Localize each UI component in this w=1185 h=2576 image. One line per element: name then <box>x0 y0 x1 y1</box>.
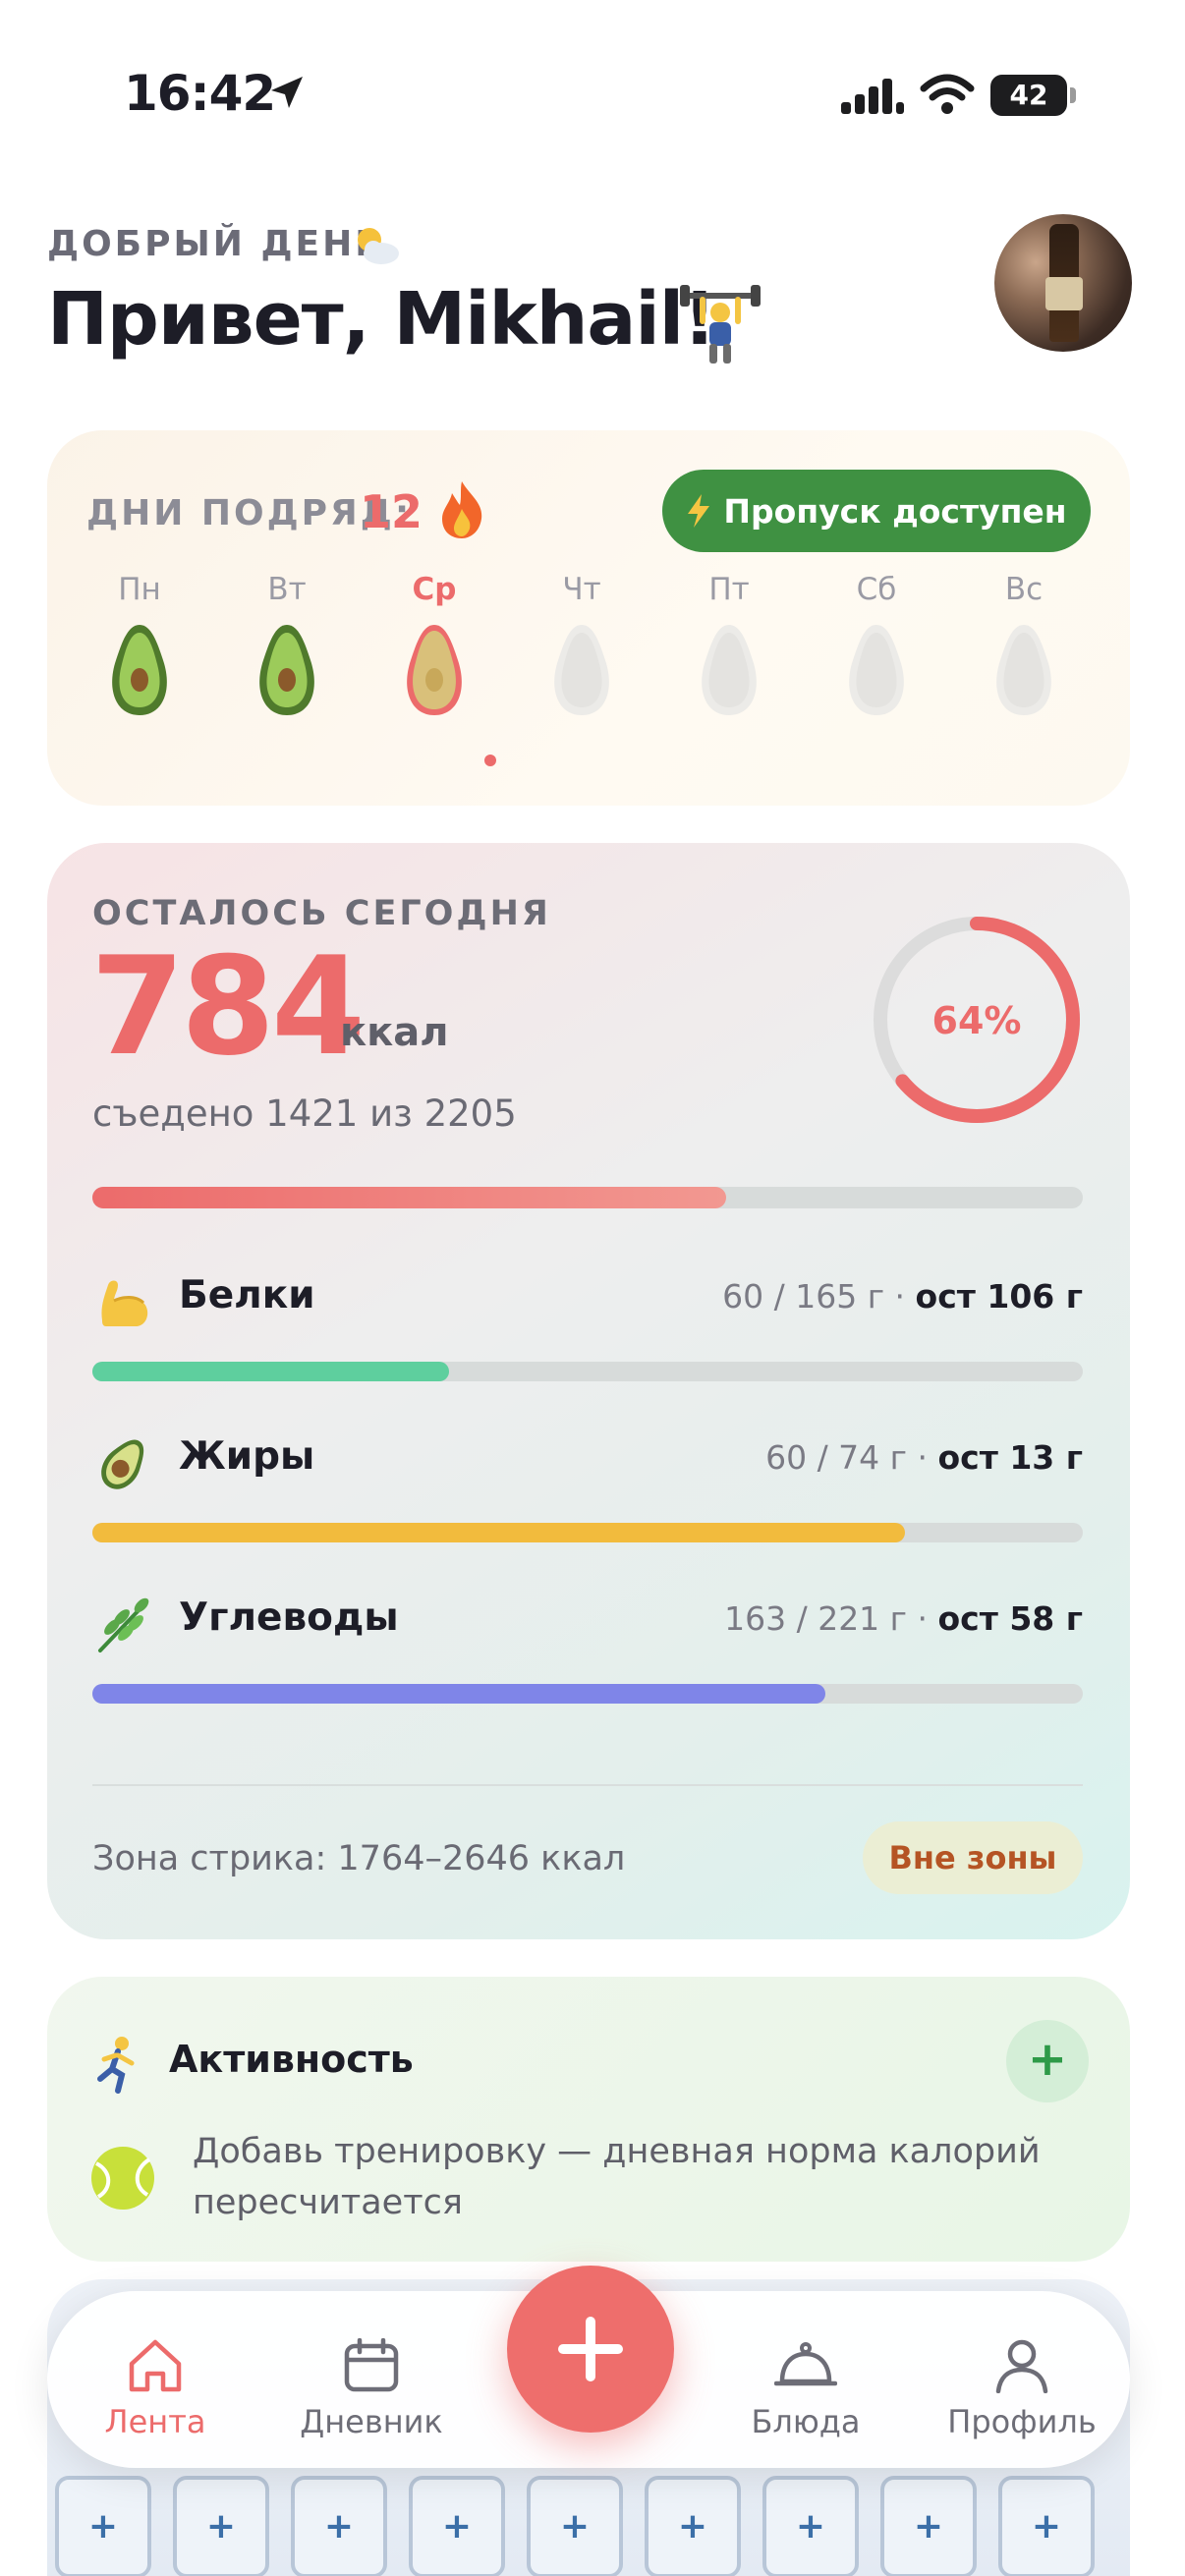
streak-day-name: Пт <box>708 572 750 607</box>
status-time: 16:42 <box>124 65 276 122</box>
nav-label: Профиль <box>947 2403 1097 2440</box>
skip-label: Пропуск доступен <box>723 491 1067 531</box>
cloche-icon <box>774 2342 837 2386</box>
streak-count: 12 <box>360 485 423 538</box>
divider <box>92 1784 1083 1786</box>
grid-add-cell[interactable]: + <box>291 2476 387 2576</box>
macro-name: Углеводы <box>179 1596 399 1640</box>
zone-status-badge: Вне зоны <box>863 1821 1083 1894</box>
macro-stat: 163 / 221 г · ост 58 г <box>724 1599 1083 1638</box>
nav-dishes[interactable]: Блюда <box>707 2338 904 2440</box>
grid-add-cell[interactable]: + <box>645 2476 741 2576</box>
grid-add-cell[interactable]: + <box>998 2476 1095 2576</box>
home-icon <box>129 2339 182 2392</box>
streak-day: Чт <box>523 572 641 719</box>
wifi-icon <box>920 74 975 114</box>
nav-label: Лента <box>104 2403 206 2440</box>
nav-label: Блюда <box>751 2403 861 2440</box>
location-arrow-icon <box>271 77 303 108</box>
battery-level: 42 <box>1009 79 1048 111</box>
streak-day-name: Вс <box>1004 572 1044 607</box>
activity-hint: Добавь тренировку — дневная норма калори… <box>193 2132 1041 2222</box>
macro-stat: 60 / 165 г · ост 106 г <box>722 1277 1083 1316</box>
calories-progress-ring: 64% <box>874 917 1080 1123</box>
add-activity-button[interactable]: + <box>1006 2020 1089 2102</box>
grid-add-cell[interactable]: + <box>527 2476 623 2576</box>
macro-name: Белки <box>179 1273 315 1317</box>
macro-progress-bar <box>92 1523 1083 1542</box>
macro-stat: 60 / 74 г · ост 13 г <box>765 1438 1083 1477</box>
grid-add-cell[interactable]: + <box>55 2476 151 2576</box>
battery-indicator: 42 <box>990 75 1067 116</box>
today-indicator <box>484 755 496 766</box>
calories-unit: ккал <box>340 1010 449 1055</box>
calories-progress-bar <box>92 1187 1083 1208</box>
streak-zone-text: Зона стрика: 1764–2646 ккал <box>92 1839 626 1878</box>
streak-day-name: Чт <box>562 572 601 607</box>
nav-feed[interactable]: Лента <box>57 2338 254 2440</box>
page-title: Привет, Mikhail! <box>47 277 716 362</box>
tennis-ball-icon <box>91 2147 154 2210</box>
grid-add-cell[interactable]: + <box>173 2476 269 2576</box>
streak-day-name: Пн <box>118 572 161 607</box>
activity-title: Активность <box>169 2038 414 2081</box>
streak-day: Пн <box>81 572 198 719</box>
macro-name: Жиры <box>179 1434 315 1479</box>
grid-add-cell[interactable]: + <box>880 2476 977 2576</box>
sun-behind-cloud-icon <box>358 228 399 264</box>
macro-progress-fill <box>92 1523 905 1542</box>
macro-progress-bar <box>92 1684 1083 1704</box>
calories-eaten: съедено 1421 из 2205 <box>92 1092 517 1135</box>
nav-label: Дневник <box>300 2403 443 2440</box>
flexed-biceps-icon <box>101 1280 148 1326</box>
streak-day: Пт <box>670 572 788 719</box>
calories-remaining: 784 <box>90 927 366 1086</box>
avocado-placeholder-icon <box>554 625 609 715</box>
calories-percent: 64% <box>932 999 1022 1042</box>
streak-day-name: Вт <box>267 572 307 607</box>
nav-diary[interactable]: Дневник <box>273 2338 470 2440</box>
macro-progress-bar <box>92 1362 1083 1381</box>
avocado-outline-icon <box>407 625 462 715</box>
avocado-placeholder-icon <box>702 625 757 715</box>
skip-available-button[interactable]: Пропуск доступен <box>662 470 1091 552</box>
calendar-icon <box>344 2338 399 2392</box>
streak-day-name: Ср <box>412 572 457 607</box>
avocado-icon <box>101 1439 144 1489</box>
streak-day-name: Сб <box>856 572 897 607</box>
calories-progress-fill <box>92 1187 727 1208</box>
nav-profile[interactable]: Профиль <box>924 2338 1120 2440</box>
person-icon <box>995 2339 1048 2393</box>
weightlifter-icon <box>680 285 761 364</box>
macro-progress-fill <box>92 1684 825 1704</box>
fire-icon <box>442 481 482 538</box>
streak-day: Вт <box>228 572 346 719</box>
macro-progress-fill <box>92 1362 449 1381</box>
lightning-icon <box>688 494 710 528</box>
streak-card: ДНИ ПОДРЯД: 12 Пропуск доступен Пн Вт Ср Чт… <box>47 430 1130 806</box>
cellular-signal-icon <box>841 79 904 114</box>
avocado-icon <box>259 625 314 715</box>
avocado-placeholder-icon <box>849 625 904 715</box>
streak-day: Сб <box>818 572 935 719</box>
grid-add-cell[interactable]: + <box>409 2476 505 2576</box>
calories-card: ОСТАЛОСЬ СЕГОДНЯ 784 ккал съедено 1421 и… <box>47 843 1130 1939</box>
grid-add-cell[interactable]: + <box>762 2476 859 2576</box>
greeting-subtitle: ДОБРЫЙ ДЕНЬ <box>47 224 385 264</box>
runner-icon <box>97 2037 135 2094</box>
avocado-placeholder-icon <box>996 625 1051 715</box>
activity-card[interactable]: Активность + Добавь тренировку — дневная… <box>47 1977 1130 2262</box>
avatar[interactable] <box>994 214 1132 352</box>
herb-icon <box>98 1597 149 1652</box>
add-meal-button[interactable] <box>507 2266 674 2433</box>
avocado-icon <box>112 625 167 715</box>
streak-day: Вс <box>965 572 1083 719</box>
streak-day: Ср <box>375 572 493 719</box>
